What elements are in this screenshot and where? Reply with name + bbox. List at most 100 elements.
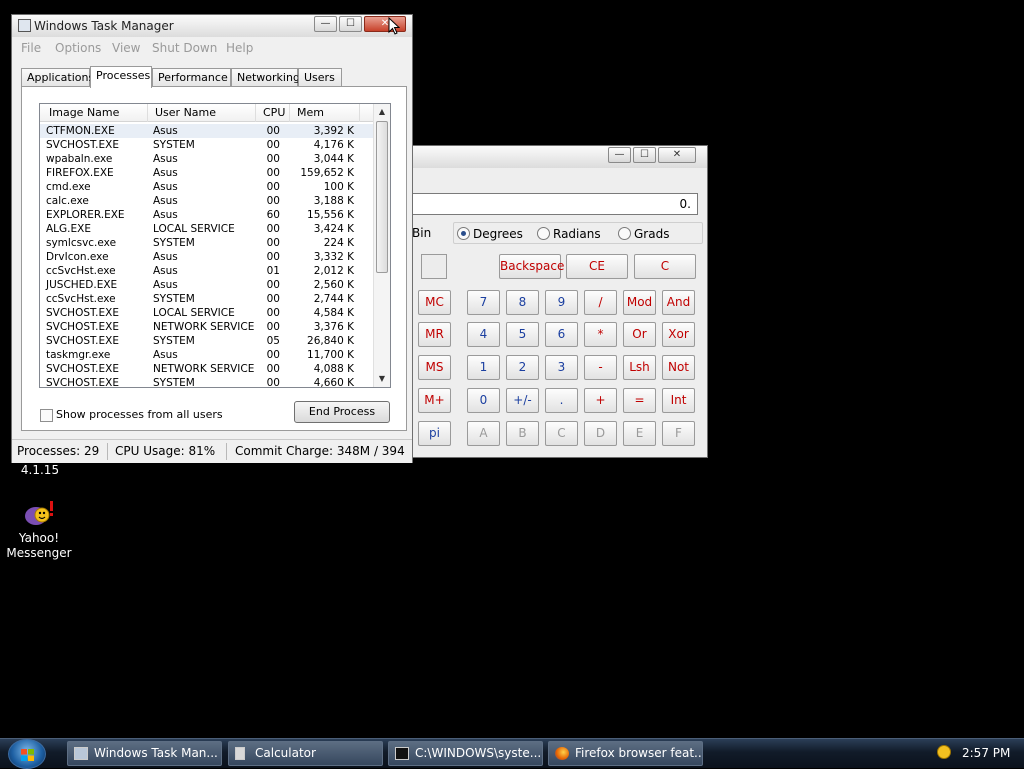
- taskbar-item-task-manager[interactable]: Windows Task Man...: [67, 741, 222, 766]
- tab-users[interactable]: Users: [298, 68, 342, 87]
- messenger-tray-icon[interactable]: [937, 745, 951, 759]
- ce-button[interactable]: CE: [566, 254, 628, 279]
- tab-networking[interactable]: Networking: [231, 68, 300, 87]
- hex-e-button[interactable]: E: [623, 421, 656, 446]
- ms-button[interactable]: MS: [418, 355, 451, 380]
- table-row[interactable]: SVCHOST.EXE LOCAL SERVICE 00 4,584 K: [40, 306, 373, 320]
- mc-button[interactable]: MC: [418, 290, 451, 315]
- table-row[interactable]: ccSvcHst.exe Asus 01 2,012 K: [40, 264, 373, 278]
- table-row[interactable]: CTFMON.EXE Asus 00 3,392 K: [40, 124, 373, 138]
- menu-help[interactable]: Help: [226, 41, 253, 55]
- scroll-thumb[interactable]: [376, 121, 388, 273]
- equals-button[interactable]: =: [623, 388, 656, 413]
- taskbar-item-command-prompt[interactable]: C:\WINDOWS\syste...: [388, 741, 543, 766]
- radio-degrees[interactable]: [457, 227, 470, 240]
- digit-9-button[interactable]: 9: [545, 290, 578, 315]
- table-row[interactable]: EXPLORER.EXE Asus 60 15,556 K: [40, 208, 373, 222]
- radio-degrees-label[interactable]: Degrees: [473, 227, 523, 241]
- calculator-minimize-button[interactable]: —: [608, 147, 631, 163]
- radio-grads-label[interactable]: Grads: [634, 227, 669, 241]
- column-image-name[interactable]: Image Name: [40, 104, 148, 122]
- table-row[interactable]: ccSvcHst.exe SYSTEM 00 2,744 K: [40, 292, 373, 306]
- xor-button[interactable]: Xor: [662, 322, 695, 347]
- table-row[interactable]: calc.exe Asus 00 3,188 K: [40, 194, 373, 208]
- calculator-maximize-button[interactable]: ☐: [633, 147, 656, 163]
- digit-6-button[interactable]: 6: [545, 322, 578, 347]
- maximize-button[interactable]: ☐: [339, 16, 362, 32]
- digit-3-button[interactable]: 3: [545, 355, 578, 380]
- hex-d-button[interactable]: D: [584, 421, 617, 446]
- lsh-button[interactable]: Lsh: [623, 355, 656, 380]
- table-row[interactable]: SVCHOST.EXE SYSTEM 05 26,840 K: [40, 334, 373, 348]
- menu-shut-down[interactable]: Shut Down: [152, 41, 217, 55]
- m-plus-button[interactable]: M+: [418, 388, 451, 413]
- scroll-up-arrow-icon[interactable]: ▲: [374, 104, 390, 120]
- mod-button[interactable]: Mod: [623, 290, 656, 315]
- add-button[interactable]: +: [584, 388, 617, 413]
- subtract-button[interactable]: -: [584, 355, 617, 380]
- radio-radians[interactable]: [537, 227, 550, 240]
- table-row[interactable]: DrvIcon.exe Asus 00 3,332 K: [40, 250, 373, 264]
- table-row[interactable]: wpabaln.exe Asus 00 3,044 K: [40, 152, 373, 166]
- scroll-down-arrow-icon[interactable]: ▼: [374, 371, 390, 387]
- yahoo-messenger-label[interactable]: Yahoo! Messenger: [4, 531, 74, 561]
- minimize-button[interactable]: —: [314, 16, 337, 32]
- table-row[interactable]: SVCHOST.EXE NETWORK SERVICE 00 3,376 K: [40, 320, 373, 334]
- table-row[interactable]: taskmgr.exe Asus 00 11,700 K: [40, 348, 373, 362]
- menu-view[interactable]: View: [112, 41, 140, 55]
- menu-options[interactable]: Options: [55, 41, 101, 55]
- column-mem-usage[interactable]: Mem Usage: [290, 104, 360, 137]
- hex-f-button[interactable]: F: [662, 421, 695, 446]
- task-manager-titlebar[interactable]: Windows Task Manager — ☐ ✕: [12, 15, 412, 37]
- table-row[interactable]: SVCHOST.EXE SYSTEM 00 4,176 K: [40, 138, 373, 152]
- and-button[interactable]: And: [662, 290, 695, 315]
- tab-performance[interactable]: Performance: [152, 68, 231, 87]
- tab-applications[interactable]: Applications: [21, 68, 94, 87]
- table-row[interactable]: cmd.exe Asus 00 100 K: [40, 180, 373, 194]
- sign-toggle-button[interactable]: +/-: [506, 388, 539, 413]
- process-list-scrollbar[interactable]: ▲ ▼: [373, 104, 390, 387]
- digit-1-button[interactable]: 1: [467, 355, 500, 380]
- column-user-name[interactable]: User Name: [148, 104, 256, 122]
- yahoo-messenger-icon[interactable]: [22, 498, 56, 530]
- digit-5-button[interactable]: 5: [506, 322, 539, 347]
- process-list[interactable]: Image Name User Name CPU Mem Usage CTFMO…: [39, 103, 391, 388]
- int-button[interactable]: Int: [662, 388, 695, 413]
- table-row[interactable]: JUSCHED.EXE Asus 00 2,560 K: [40, 278, 373, 292]
- digit-8-button[interactable]: 8: [506, 290, 539, 315]
- divide-button[interactable]: /: [584, 290, 617, 315]
- mr-button[interactable]: MR: [418, 322, 451, 347]
- hex-b-button[interactable]: B: [506, 421, 539, 446]
- hex-a-button[interactable]: A: [467, 421, 500, 446]
- backspace-button[interactable]: Backspace: [499, 254, 564, 279]
- digit-0-button[interactable]: 0: [467, 388, 500, 413]
- calculator-close-button[interactable]: ✕: [658, 147, 696, 163]
- tab-processes[interactable]: Processes: [90, 66, 152, 88]
- digit-2-button[interactable]: 2: [506, 355, 539, 380]
- hex-c-button[interactable]: C: [545, 421, 578, 446]
- pi-button[interactable]: pi: [418, 421, 451, 446]
- calculator-titlebar[interactable]: — ☐ ✕: [412, 146, 707, 168]
- show-all-processes-checkbox[interactable]: [40, 409, 53, 422]
- radio-grads[interactable]: [618, 227, 631, 240]
- digit-4-button[interactable]: 4: [467, 322, 500, 347]
- show-all-processes-label[interactable]: Show processes from all users: [56, 408, 223, 421]
- table-row[interactable]: SVCHOST.EXE NETWORK SERVICE 00 4,088 K: [40, 362, 373, 376]
- clear-button[interactable]: C: [634, 254, 696, 279]
- column-cpu[interactable]: CPU: [256, 104, 290, 122]
- table-row[interactable]: symlcsvc.exe SYSTEM 00 224 K: [40, 236, 373, 250]
- table-row[interactable]: SVCHOST.EXE SYSTEM 00 4,660 K: [40, 376, 373, 387]
- multiply-button[interactable]: *: [584, 322, 617, 347]
- digit-7-button[interactable]: 7: [467, 290, 500, 315]
- system-clock[interactable]: 2:57 PM: [962, 746, 1010, 760]
- menu-file[interactable]: File: [21, 41, 41, 55]
- decimal-button[interactable]: .: [545, 388, 578, 413]
- not-button[interactable]: Not: [662, 355, 695, 380]
- start-button[interactable]: [8, 739, 46, 769]
- table-row[interactable]: FIREFOX.EXE Asus 00 159,652 K: [40, 166, 373, 180]
- radio-radians-label[interactable]: Radians: [553, 227, 601, 241]
- table-row[interactable]: ALG.EXE LOCAL SERVICE 00 3,424 K: [40, 222, 373, 236]
- taskbar-item-firefox[interactable]: Firefox browser feat...: [548, 741, 703, 766]
- end-process-button[interactable]: End Process: [294, 401, 390, 423]
- taskbar-item-calculator[interactable]: Calculator: [228, 741, 383, 766]
